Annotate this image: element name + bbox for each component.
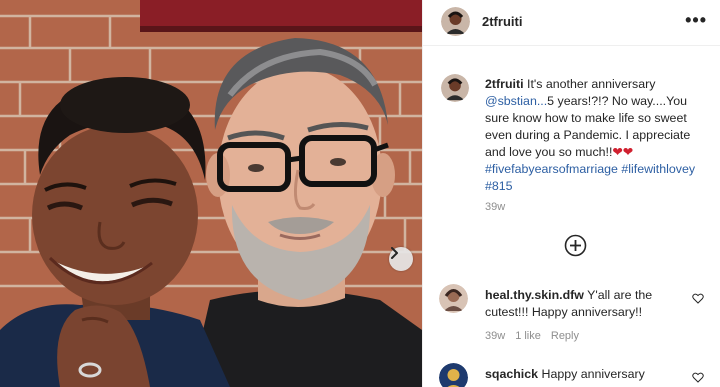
more-dots-icon: •••: [685, 10, 707, 30]
post-header: 2tfruiti •••: [423, 0, 720, 46]
plus-circle-icon[interactable]: [564, 234, 587, 257]
hearts-emoji: ❤❤: [612, 145, 634, 159]
author-username[interactable]: 2tfruiti: [482, 14, 522, 29]
caption-hashtags[interactable]: #fivefabyearsofmarriage #lifewithlovey #…: [485, 162, 695, 193]
chevron-right-icon: [391, 247, 398, 259]
commenter-avatar[interactable]: [439, 363, 468, 387]
heart-outline-icon[interactable]: [692, 372, 704, 383]
caption-text-start: It's another anniversary: [527, 77, 656, 91]
comment-text: Happy anniversary: [541, 367, 645, 381]
author-avatar[interactable]: [441, 7, 470, 36]
heart-outline-icon[interactable]: [692, 293, 704, 304]
post-photo[interactable]: [0, 0, 422, 387]
post-timestamp[interactable]: 39w: [485, 201, 505, 213]
caption-mention-link[interactable]: @sbstian...: [485, 94, 547, 108]
comment-like-count[interactable]: 1 like: [515, 330, 541, 342]
avatar-image: [441, 7, 470, 36]
more-options-button[interactable]: •••: [685, 10, 707, 31]
caption-avatar[interactable]: [441, 74, 469, 102]
commenter-username[interactable]: sqachick: [485, 367, 538, 381]
comment-timestamp[interactable]: 39w: [485, 330, 505, 342]
comment-body: sqachick Happy anniversary: [485, 366, 685, 383]
post-caption: 2tfruiti It's another anniversary @sbsti…: [485, 76, 713, 195]
commenter-avatar[interactable]: [439, 284, 468, 313]
comment-meta: 39w 1 like Reply: [485, 330, 579, 342]
photo-illustration: [0, 0, 422, 387]
avatar-image: [439, 363, 468, 387]
commenter-username[interactable]: heal.thy.skin.dfw: [485, 288, 584, 302]
caption-username[interactable]: 2tfruiti: [485, 77, 524, 91]
comment-body: heal.thy.skin.dfw Y'all are the cutest!!…: [485, 287, 685, 321]
reply-button[interactable]: Reply: [551, 330, 579, 342]
avatar-image: [439, 284, 468, 313]
comments-panel: 2tfruiti ••• 2tfruiti It's another anniv…: [422, 0, 720, 387]
next-photo-button[interactable]: [389, 247, 413, 271]
avatar-image: [441, 74, 469, 102]
